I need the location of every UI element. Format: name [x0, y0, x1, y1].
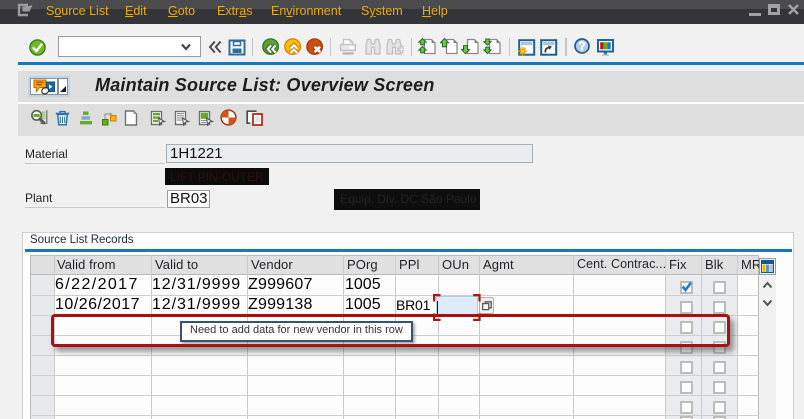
svg-text:?: ? [578, 39, 585, 53]
